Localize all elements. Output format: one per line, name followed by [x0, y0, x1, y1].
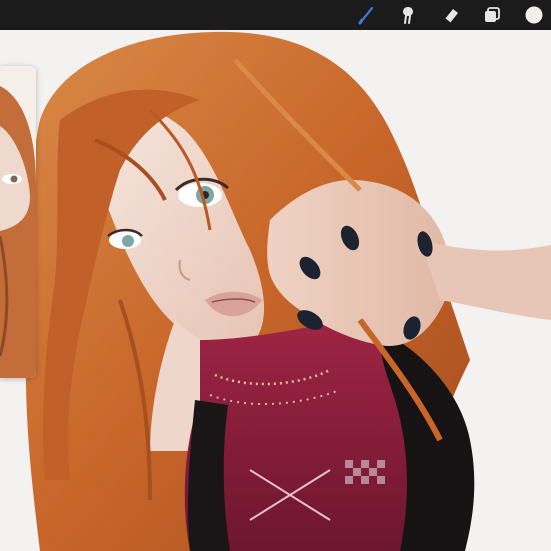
reference-panel[interactable]	[0, 66, 36, 378]
eraser-tool-button[interactable]	[440, 4, 462, 26]
color-swatch-icon	[525, 6, 543, 24]
brush-tool-button[interactable]	[356, 4, 378, 26]
layers-tool-button[interactable]	[481, 4, 503, 26]
smudge-tool-button[interactable]	[397, 4, 419, 26]
color-picker-button[interactable]	[523, 4, 545, 26]
reference-image	[0, 66, 36, 378]
eraser-icon	[444, 9, 458, 24]
layers-icon	[485, 7, 500, 22]
brush-icon	[358, 6, 374, 25]
smudge-icon	[403, 7, 413, 24]
top-toolbar	[0, 0, 551, 30]
artwork-illustration	[0, 30, 551, 551]
drawing-canvas[interactable]	[0, 30, 551, 551]
